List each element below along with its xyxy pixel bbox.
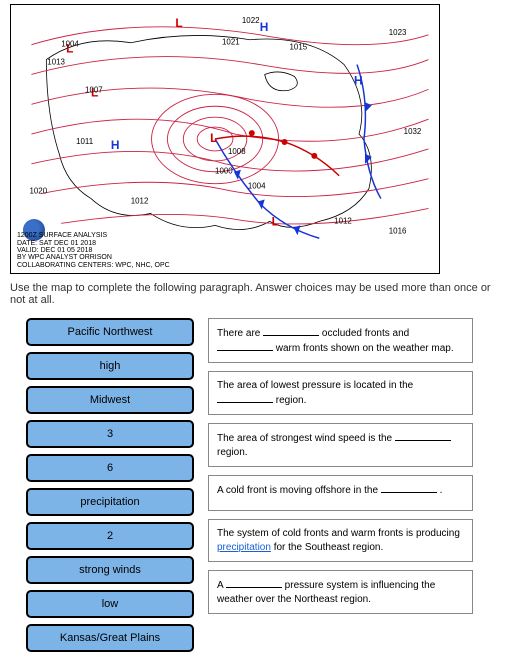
svg-text:H: H: [354, 73, 363, 87]
answer-choice[interactable]: 2: [26, 522, 194, 550]
svg-text:1020: 1020: [29, 187, 47, 196]
svg-text:H: H: [111, 138, 120, 152]
answer-choice[interactable]: Pacific Northwest: [26, 318, 194, 346]
sentence-box: The area of strongest wind speed is the …: [208, 423, 473, 467]
sentence-text: The area of strongest wind speed is the: [217, 433, 395, 444]
sentence-box: A cold front is moving offshore in the .: [208, 475, 473, 511]
sentence-text: occluded fronts and: [319, 328, 409, 339]
svg-text:1011: 1011: [76, 137, 94, 146]
answer-choice[interactable]: 3: [26, 420, 194, 448]
svg-text:L: L: [175, 16, 182, 30]
answer-choice[interactable]: strong winds: [26, 556, 194, 584]
sentence-text: The area of lowest pressure is located i…: [217, 380, 413, 391]
answer-choice[interactable]: 6: [26, 454, 194, 482]
sentence-box: The system of cold fronts and warm front…: [208, 519, 473, 562]
caption-line5: COLLABORATING CENTERS: WPC, NHC, OPC: [17, 262, 170, 269]
sentence-blanks: There are occluded fronts and warm front…: [208, 318, 473, 614]
weather-map: L L L L L H H H 1020 1004 1007 1013 1012…: [10, 4, 440, 274]
answer-choice[interactable]: low: [26, 590, 194, 618]
svg-text:1013: 1013: [47, 58, 65, 67]
map-caption: 1200Z SURFACE ANALYSIS DATE: SAT DEC 01 …: [17, 232, 170, 269]
sentence-box: The area of lowest pressure is located i…: [208, 371, 473, 415]
drop-slot[interactable]: [395, 431, 451, 441]
svg-text:L: L: [272, 214, 279, 228]
sentence-text: warm fronts shown on the weather map.: [273, 343, 454, 354]
sentence-text: .: [437, 485, 443, 496]
svg-text:1004: 1004: [61, 40, 79, 49]
svg-text:1008: 1008: [228, 147, 246, 156]
svg-text:L: L: [210, 131, 217, 145]
sentence-text: A: [217, 580, 226, 591]
sentence-text: region.: [273, 395, 306, 406]
sentence-text: region.: [217, 447, 248, 458]
svg-text:1007: 1007: [85, 85, 103, 94]
svg-text:1016: 1016: [389, 226, 407, 235]
svg-text:1023: 1023: [389, 28, 407, 37]
svg-text:1022: 1022: [242, 16, 260, 25]
answer-choice[interactable]: high: [26, 352, 194, 380]
svg-text:1015: 1015: [290, 43, 308, 52]
sentence-text: A cold front is moving offshore in the: [217, 485, 381, 496]
sentence-text: The system of cold fronts and warm front…: [217, 528, 460, 539]
svg-text:1000: 1000: [215, 167, 233, 176]
answer-choice[interactable]: precipitation: [26, 488, 194, 516]
svg-text:1012: 1012: [334, 216, 352, 225]
drop-slot[interactable]: [381, 483, 437, 493]
drop-slot[interactable]: [217, 341, 273, 351]
sentence-box: There are occluded fronts and warm front…: [208, 318, 473, 363]
sentence-text: for the Southeast region.: [271, 542, 383, 553]
answer-choice[interactable]: Midwest: [26, 386, 194, 414]
instructions-text: Use the map to complete the following pa…: [10, 282, 501, 306]
caption-line4: BY WPC ANALYST ORRISON: [17, 254, 112, 261]
filled-answer-link[interactable]: precipitation: [217, 542, 271, 553]
svg-text:1004: 1004: [248, 182, 266, 191]
sentence-box: A pressure system is influencing the wea…: [208, 570, 473, 614]
drop-slot[interactable]: [217, 393, 273, 403]
svg-text:H: H: [260, 20, 269, 34]
answer-choices: Pacific Northwest high Midwest 3 6 precipitat…: [26, 318, 194, 652]
svg-text:1021: 1021: [222, 38, 240, 47]
caption-line3: VALID: DEC 01 05 2018: [17, 247, 92, 254]
work-area: Pacific Northwest high Midwest 3 6 precipitat…: [0, 316, 511, 664]
sentence-text: There are: [217, 328, 263, 339]
drop-slot[interactable]: [263, 326, 319, 336]
caption-line2: DATE: SAT DEC 01 2018: [17, 240, 96, 247]
caption-line1: 1200Z SURFACE ANALYSIS: [17, 232, 107, 239]
drop-slot[interactable]: [226, 578, 282, 588]
svg-text:1012: 1012: [131, 197, 149, 206]
answer-choice[interactable]: Kansas/Great Plains: [26, 624, 194, 652]
svg-text:1032: 1032: [404, 127, 422, 136]
